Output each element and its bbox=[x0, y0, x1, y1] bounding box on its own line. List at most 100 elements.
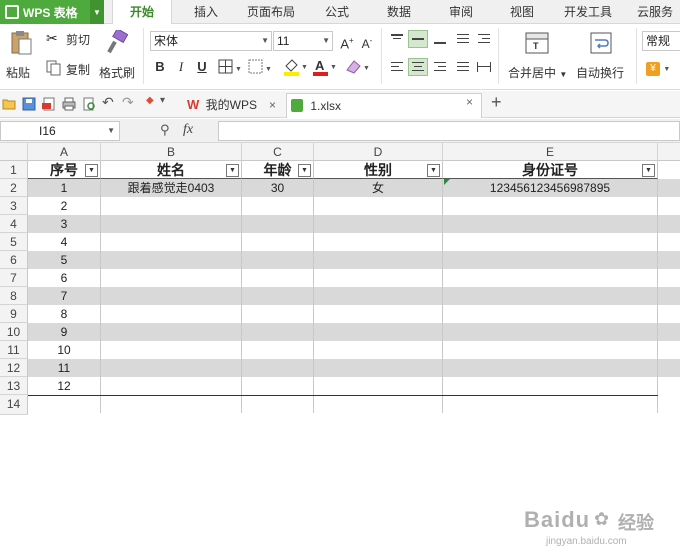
number-format-select[interactable]: 常规 bbox=[642, 31, 680, 51]
column-header-d[interactable]: D bbox=[314, 143, 443, 161]
cell-a[interactable]: 6 bbox=[28, 269, 101, 287]
cell-d[interactable] bbox=[314, 341, 443, 359]
row-header[interactable]: 2 bbox=[0, 179, 28, 197]
cell-e[interactable] bbox=[443, 269, 658, 287]
customize-toolbar-icon[interactable]: ◆ bbox=[146, 95, 160, 109]
cell-a[interactable]: 5 bbox=[28, 251, 101, 269]
align-bottom-button[interactable] bbox=[432, 32, 448, 46]
cell-d[interactable] bbox=[314, 323, 443, 341]
cell-e[interactable] bbox=[443, 341, 658, 359]
cell-d[interactable] bbox=[314, 215, 443, 233]
cell-e[interactable] bbox=[443, 377, 658, 395]
cell-b[interactable] bbox=[101, 359, 242, 377]
align-top-button[interactable] bbox=[389, 32, 405, 46]
orientation-button[interactable] bbox=[455, 32, 471, 46]
paste-button[interactable]: 粘贴 bbox=[2, 26, 40, 86]
filter-dropdown-icon[interactable]: ▼ bbox=[85, 164, 98, 177]
app-menu-button[interactable]: WPS 表格 ▼ bbox=[0, 0, 104, 24]
print-icon[interactable] bbox=[62, 97, 76, 111]
borders-icon[interactable]: ▼ bbox=[218, 59, 244, 75]
row-header[interactable]: 5 bbox=[0, 233, 28, 251]
chevron-down-icon[interactable]: ▼ bbox=[90, 0, 104, 24]
align-right-button[interactable] bbox=[432, 60, 448, 74]
cell-e[interactable] bbox=[443, 305, 658, 323]
justify-button[interactable] bbox=[455, 60, 471, 74]
cell-c[interactable] bbox=[242, 341, 314, 359]
cell-a[interactable]: 12 bbox=[28, 377, 101, 395]
increase-font-icon[interactable]: A+ bbox=[338, 32, 356, 51]
column-header-a[interactable]: A bbox=[28, 143, 101, 161]
indent-button[interactable] bbox=[476, 32, 492, 46]
cell-e[interactable] bbox=[443, 197, 658, 215]
font-size-select[interactable]: 11 ▼ bbox=[273, 31, 333, 51]
cell-a[interactable]: 1 bbox=[28, 179, 101, 197]
font-name-select[interactable]: 宋体 ▼ bbox=[150, 31, 272, 51]
save-icon[interactable] bbox=[22, 97, 36, 111]
cell-c[interactable] bbox=[242, 197, 314, 215]
cell-c[interactable] bbox=[242, 215, 314, 233]
cell-e[interactable] bbox=[443, 251, 658, 269]
tab-insert[interactable]: 插入 bbox=[194, 0, 218, 24]
cell-d[interactable] bbox=[314, 233, 443, 251]
decrease-font-icon[interactable]: A- bbox=[358, 32, 376, 51]
select-all-corner[interactable] bbox=[0, 143, 28, 161]
cell-b[interactable] bbox=[101, 395, 242, 413]
fill-pattern-icon[interactable]: ▼ bbox=[248, 59, 274, 75]
cell-a[interactable]: 7 bbox=[28, 287, 101, 305]
doc-tab-my-wps[interactable]: W 我的WPS × bbox=[184, 93, 284, 118]
print-preview-icon[interactable] bbox=[82, 97, 96, 111]
close-icon[interactable]: × bbox=[466, 95, 473, 109]
filter-dropdown-icon[interactable]: ▼ bbox=[427, 164, 440, 177]
header-cell-a[interactable]: 序号 ▼ bbox=[28, 161, 101, 179]
cell-e[interactable] bbox=[443, 359, 658, 377]
row-header[interactable]: 1 bbox=[0, 161, 28, 179]
row-header[interactable]: 9 bbox=[0, 305, 28, 323]
cell-b[interactable] bbox=[101, 341, 242, 359]
cell-d[interactable] bbox=[314, 359, 443, 377]
redo-icon[interactable]: ↷ bbox=[122, 94, 136, 110]
cell-b[interactable] bbox=[101, 233, 242, 251]
bold-button[interactable]: B bbox=[151, 58, 169, 76]
cell-c[interactable] bbox=[242, 359, 314, 377]
tab-page-layout[interactable]: 页面布局 bbox=[247, 0, 295, 24]
italic-button[interactable]: I bbox=[172, 58, 190, 76]
copy-button[interactable]: 复制 bbox=[46, 60, 94, 78]
distributed-button[interactable] bbox=[476, 60, 492, 74]
cell-a[interactable]: 3 bbox=[28, 215, 101, 233]
format-painter-button[interactable]: 格式刷 bbox=[96, 26, 138, 86]
cell-a[interactable]: 9 bbox=[28, 323, 101, 341]
cell-b[interactable] bbox=[101, 215, 242, 233]
doc-tab-active[interactable]: 1.xlsx bbox=[286, 93, 482, 118]
cell-d[interactable] bbox=[314, 197, 443, 215]
header-cell-e[interactable]: 身份证号 ▼ bbox=[443, 161, 658, 179]
currency-format-button[interactable]: ¥ ▼ bbox=[646, 60, 676, 76]
font-color-icon[interactable]: A ▼ bbox=[312, 57, 338, 77]
cut-button[interactable]: ✂ 剪切 bbox=[46, 30, 94, 48]
zoom-icon[interactable]: ⚲ bbox=[160, 122, 170, 138]
cell-d[interactable] bbox=[314, 251, 443, 269]
cell-b[interactable] bbox=[101, 287, 242, 305]
tab-review[interactable]: 审阅 bbox=[449, 0, 473, 24]
cell-d[interactable] bbox=[314, 395, 443, 413]
row-header[interactable]: 13 bbox=[0, 377, 28, 395]
cell-e[interactable] bbox=[443, 233, 658, 251]
cell-a[interactable]: 4 bbox=[28, 233, 101, 251]
column-header-c[interactable]: C bbox=[242, 143, 314, 161]
close-icon[interactable]: × bbox=[269, 93, 276, 117]
cell-e[interactable] bbox=[443, 395, 658, 413]
cell-b[interactable] bbox=[101, 251, 242, 269]
align-middle-button[interactable] bbox=[408, 30, 428, 48]
align-center-button[interactable] bbox=[408, 58, 428, 76]
cell-e[interactable]: 123456123456987895 bbox=[443, 179, 658, 197]
column-header-e[interactable]: E bbox=[443, 143, 658, 161]
cell-a[interactable]: 8 bbox=[28, 305, 101, 323]
align-left-button[interactable] bbox=[389, 60, 405, 74]
cell-c[interactable]: 30 bbox=[242, 179, 314, 197]
cell-b[interactable] bbox=[101, 305, 242, 323]
column-header-b[interactable]: B bbox=[101, 143, 242, 161]
cell-c[interactable] bbox=[242, 233, 314, 251]
header-cell-c[interactable]: 年龄 ▼ bbox=[242, 161, 314, 179]
cell-e[interactable] bbox=[443, 215, 658, 233]
header-cell-d[interactable]: 性别 ▼ bbox=[314, 161, 443, 179]
cell-d[interactable] bbox=[314, 377, 443, 395]
